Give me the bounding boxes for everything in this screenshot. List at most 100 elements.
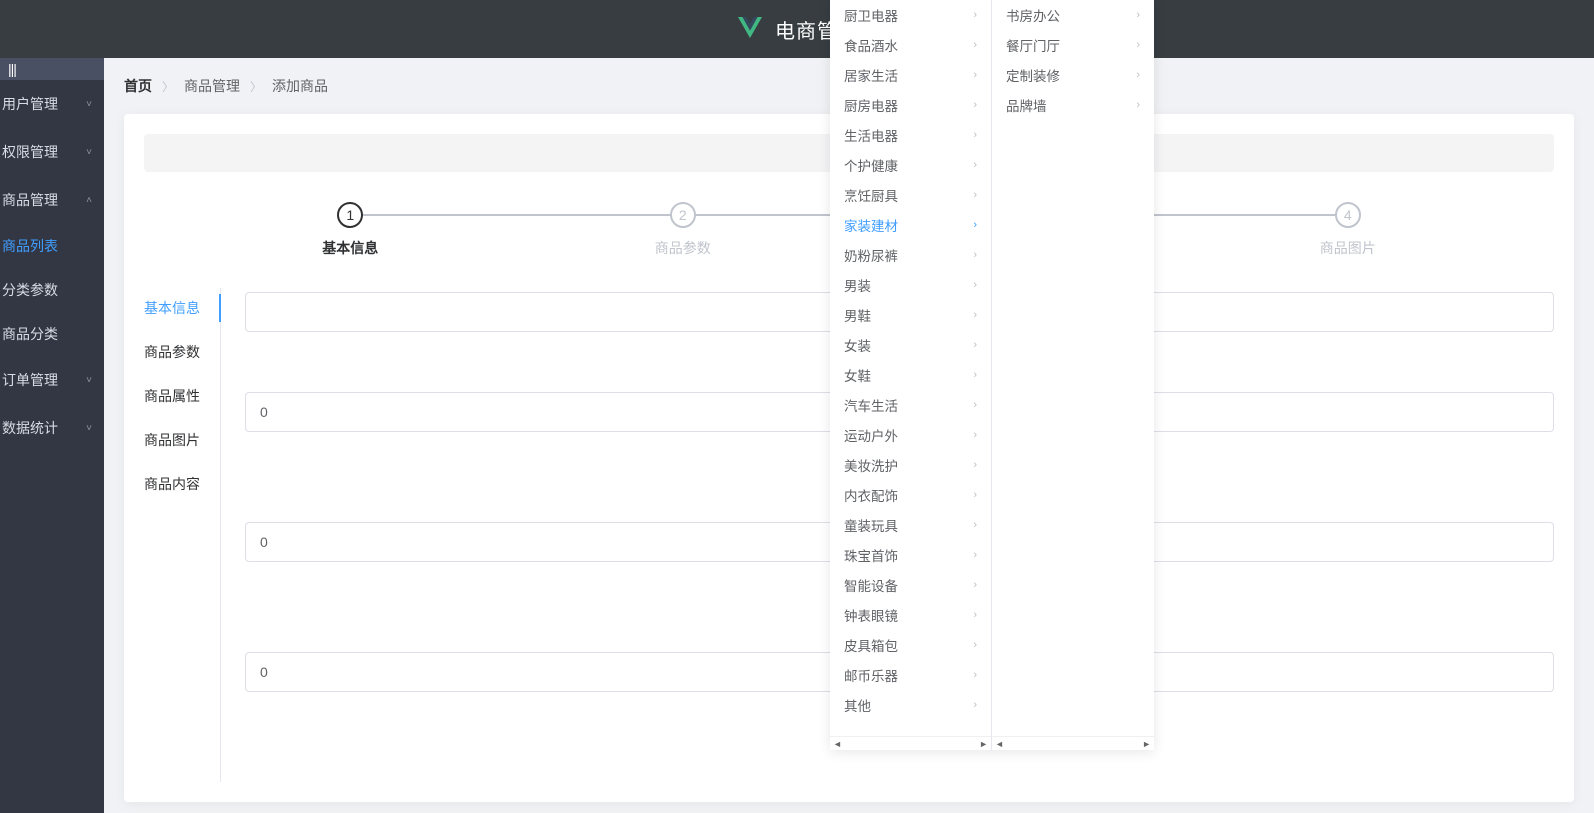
cascader-option-label: 厨卫电器 — [844, 5, 898, 25]
cascader-option-p1-12[interactable]: 女鞋 › — [830, 360, 991, 390]
chevron-right-icon: › — [973, 309, 977, 321]
chevron-right-icon: › — [973, 189, 977, 201]
chevron-up-icon: ˄ — [86, 195, 92, 206]
cascader-option-p1-20[interactable]: 钟表眼镜 › — [830, 600, 991, 630]
cascader-option-p1-10[interactable]: 男鞋 › — [830, 300, 991, 330]
cascader-option-p1-3[interactable]: 厨房电器› — [830, 90, 991, 120]
chevron-right-icon: 〉 — [162, 78, 174, 95]
chevron-right-icon: 〉 — [250, 78, 262, 95]
scroll-left-icon[interactable]: ◄ — [995, 739, 1004, 749]
breadcrumb-item-0[interactable]: 首页 — [124, 76, 152, 96]
cascader-option-p1-6[interactable]: 烹饪厨具› — [830, 180, 991, 210]
sidebar-item-0[interactable]: 用户管理˅ — [0, 80, 104, 128]
cascader-option-p1-13[interactable]: 汽车生活› — [830, 390, 991, 420]
cascader-option-label: 钟表眼镜 — [844, 605, 898, 625]
cascader-option-label: 居家生活 — [844, 65, 898, 85]
chevron-right-icon: › — [1136, 9, 1140, 21]
cascader-option-p1-22[interactable]: 邮币乐器› — [830, 660, 991, 690]
chevron-right-icon: › — [973, 69, 977, 81]
cascader-option-p1-8[interactable]: 奶粉尿裤› — [830, 240, 991, 270]
chevron-down-icon: ˅ — [86, 375, 92, 386]
tab-2[interactable]: 商品属性 — [144, 376, 220, 416]
sidebar-item-label: 权限管理 — [2, 142, 58, 162]
cascader-option-label: 家装建材 — [844, 215, 898, 235]
cascader-option-p2-1[interactable]: 餐厅门厅 › — [992, 30, 1154, 60]
sidebar-item-2[interactable]: 商品管理˄ — [0, 176, 104, 224]
cascader-option-p2-3[interactable]: 品牌墙› — [992, 90, 1154, 120]
scroll-left-icon[interactable]: ◄ — [833, 739, 842, 749]
cascader-option-label: 食品酒水 — [844, 35, 898, 55]
chevron-right-icon: › — [1136, 39, 1140, 51]
sidebar-item-1[interactable]: 权限管理˅ — [0, 128, 104, 176]
sidebar-subitem-2-2[interactable]: 商品分类 — [0, 312, 104, 356]
cascader-panel-1-hscroll[interactable]: ◄ ► — [830, 736, 991, 750]
step-1: 2 商品参数 — [517, 202, 850, 258]
cascader-option-p2-2[interactable]: 定制装修› — [992, 60, 1154, 90]
tab-3[interactable]: 商品图片 — [144, 420, 220, 460]
sidebar-toggle[interactable]: ||| — [0, 58, 104, 80]
cascader-option-label: 女鞋 — [844, 365, 871, 385]
chevron-right-icon: › — [973, 129, 977, 141]
sidebar-item-3[interactable]: 订单管理˅ — [0, 356, 104, 404]
breadcrumb-item-2[interactable]: 添加商品 — [272, 76, 328, 96]
cascader-option-label: 皮具箱包 — [844, 635, 898, 655]
cascader-option-p2-0[interactable]: 书房办公› — [992, 0, 1154, 30]
sidebar-item-4[interactable]: 数据统计˅ — [0, 404, 104, 452]
chevron-right-icon: › — [973, 9, 977, 21]
cascader-option-p1-21[interactable]: 皮具箱包 › — [830, 630, 991, 660]
cascader-option-p1-9[interactable]: 男装› — [830, 270, 991, 300]
cascader-option-p1-18[interactable]: 珠宝首饰› — [830, 540, 991, 570]
chevron-right-icon: › — [973, 39, 977, 51]
cascader-option-p1-7[interactable]: 家装建材› — [830, 210, 991, 240]
tab-1[interactable]: 商品参数 — [144, 332, 220, 372]
step-number: 2 — [670, 202, 696, 228]
tab-0[interactable]: 基本信息 — [144, 288, 220, 328]
cascader-option-label: 厨房电器 — [844, 95, 898, 115]
sidebar-item-label: 用户管理 — [2, 94, 58, 114]
cascader-panel-1: 厨卫电器›食品酒水›居家生活›厨房电器›生活电器›个护健康›烹饪厨具›家装建材›… — [830, 0, 992, 750]
step-title: 基本信息 — [322, 238, 378, 258]
cascader-option-label: 内衣配饰 — [844, 485, 898, 505]
cascader-option-p1-0[interactable]: 厨卫电器 › — [830, 0, 991, 30]
step-title: 商品参数 — [655, 238, 711, 258]
chevron-right-icon: › — [973, 249, 977, 261]
chevron-right-icon: › — [973, 609, 977, 621]
chevron-right-icon: › — [973, 579, 977, 591]
cascader-option-p1-16[interactable]: 内衣配饰› — [830, 480, 991, 510]
vue-logo-icon — [735, 14, 765, 44]
cascader-option-p1-15[interactable]: 美妆洗护› — [830, 450, 991, 480]
cascader-option-p1-14[interactable]: 运动户外› — [830, 420, 991, 450]
tab-4[interactable]: 商品内容 — [144, 464, 220, 504]
chevron-right-icon: › — [973, 639, 977, 651]
breadcrumb-item-1[interactable]: 商品管理 — [184, 76, 240, 96]
cascader-option-p1-4[interactable]: 生活电器 › — [830, 120, 991, 150]
sidebar-item-label: 数据统计 — [2, 418, 58, 438]
cascader-option-label: 童装玩具 — [844, 515, 898, 535]
cascader-option-label: 餐厅门厅 — [1006, 35, 1060, 55]
cascader-option-p1-23[interactable]: 其他› — [830, 690, 991, 720]
chevron-right-icon: › — [973, 459, 977, 471]
cascader-option-label: 生活电器 — [844, 125, 898, 145]
cascader-option-label: 智能设备 — [844, 575, 898, 595]
sidebar-subitem-2-0[interactable]: 商品列表 — [0, 224, 104, 268]
cascader-option-label: 女装 — [844, 335, 871, 355]
cascader-option-p1-5[interactable]: 个护健康› — [830, 150, 991, 180]
chevron-right-icon: › — [973, 369, 977, 381]
step-number: 4 — [1335, 202, 1361, 228]
hamburger-icon: ||| — [8, 61, 16, 77]
chevron-right-icon: › — [973, 339, 977, 351]
cascader-option-p1-2[interactable]: 居家生活 › — [830, 60, 991, 90]
scroll-right-icon[interactable]: ► — [1142, 739, 1151, 749]
cascader-option-label: 男鞋 — [844, 305, 871, 325]
step-number: 1 — [337, 202, 363, 228]
cascader-option-p1-11[interactable]: 女装 › — [830, 330, 991, 360]
cascader-option-p1-1[interactable]: 食品酒水 › — [830, 30, 991, 60]
step-3: 4商品图片 — [1182, 202, 1515, 258]
scroll-right-icon[interactable]: ► — [979, 739, 988, 749]
chevron-right-icon: › — [973, 669, 977, 681]
sidebar-subitem-2-1[interactable]: 分类参数 — [0, 268, 104, 312]
cascader-option-p1-19[interactable]: 智能设备 › — [830, 570, 991, 600]
cascader-dropdown: 厨卫电器›食品酒水›居家生活›厨房电器›生活电器›个护健康›烹饪厨具›家装建材›… — [830, 0, 1154, 750]
cascader-option-p1-17[interactable]: 童装玩具› — [830, 510, 991, 540]
cascader-panel-2-hscroll[interactable]: ◄ ► — [992, 736, 1154, 750]
